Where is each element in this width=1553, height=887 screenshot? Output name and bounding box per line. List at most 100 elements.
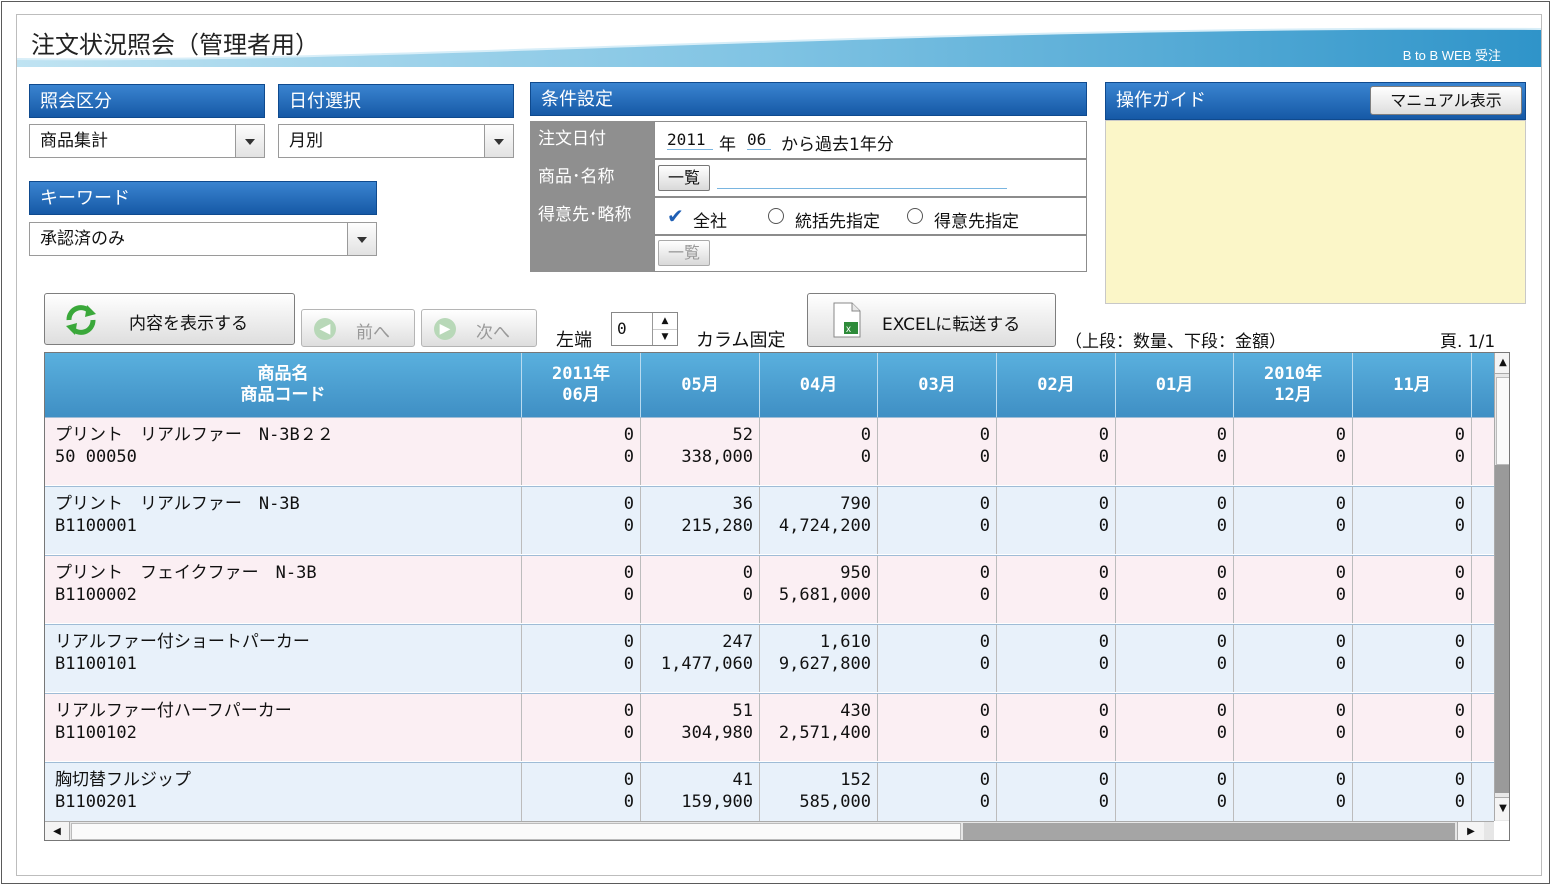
quantity-value: 1,610 xyxy=(819,632,871,652)
header-year: 2011年 xyxy=(552,364,610,384)
vertical-scroll-thumb[interactable] xyxy=(1496,377,1509,465)
header-month-7[interactable]: 2010年 12月 xyxy=(1234,353,1353,417)
scroll-up-icon[interactable]: ▲ xyxy=(1495,353,1509,374)
quantity-value: 0 xyxy=(1335,701,1346,721)
header-month-2[interactable]: 05月 xyxy=(641,353,760,417)
table-row[interactable]: 胸切替フルジップ B1100201 0 0 41 159,900 152 585,000 0 0 0… xyxy=(45,762,1494,830)
table-row[interactable]: プリント リアルファー N-3B B1100001 0 0 36 215,280 790 4,… xyxy=(45,486,1494,554)
scroll-left-icon[interactable]: ◀ xyxy=(45,822,70,840)
date-select[interactable]: 月別 xyxy=(278,124,514,158)
chevron-down-icon[interactable] xyxy=(235,125,264,157)
amount-value: 5,681,000 xyxy=(778,585,871,605)
header-month-8[interactable]: 11月 xyxy=(1353,353,1472,417)
product-code: B1100002 xyxy=(55,585,137,605)
prev-button[interactable]: ◀ 前へ xyxy=(301,309,415,347)
horizontal-scroll-thumb[interactable] xyxy=(71,823,961,840)
quantity-value: 0 xyxy=(979,632,990,652)
vertical-scrollbar[interactable]: ▲ ▼ xyxy=(1494,353,1509,821)
quantity-value: 0 xyxy=(623,563,634,583)
header-month-3[interactable]: 04月 xyxy=(760,353,878,417)
chevron-down-icon[interactable] xyxy=(484,125,513,157)
month-value-cell: 00 xyxy=(522,556,641,623)
amount-value: 0 xyxy=(1216,654,1227,674)
quantity-value: 0 xyxy=(742,563,753,583)
product-list-button[interactable]: 一覧 xyxy=(658,165,710,191)
stepper-up-icon[interactable]: ▲ xyxy=(652,313,677,330)
amount-value: 0 xyxy=(979,447,990,467)
quantity-value: 0 xyxy=(1216,701,1227,721)
radio-customer-button[interactable] xyxy=(907,208,923,224)
chevron-down-icon[interactable] xyxy=(347,223,376,255)
radio-group-button[interactable] xyxy=(768,208,784,224)
quantity-value: 0 xyxy=(979,494,990,514)
amount-value: 0 xyxy=(623,585,634,605)
month-value-cell: 00 xyxy=(878,694,997,761)
left-edge-stepper[interactable]: 0 ▲ ▼ xyxy=(611,312,678,346)
table-row[interactable]: プリント フェイクファー N-3B B1100002 0 0 0 0 950 5,681,00… xyxy=(45,555,1494,623)
inquiry-type-select[interactable]: 商品集計 xyxy=(29,124,265,158)
scroll-right-icon[interactable]: ▶ xyxy=(1457,822,1484,840)
keyword-select[interactable]: 承認済のみ xyxy=(29,222,377,256)
scroll-down-icon[interactable]: ▼ xyxy=(1495,797,1509,820)
month-value-cell: 247 1,477,060 xyxy=(641,625,760,692)
product-name-input[interactable] xyxy=(717,188,1007,189)
month-value-cell: 00 xyxy=(997,556,1116,623)
manual-button[interactable]: マニュアル表示 xyxy=(1370,86,1522,115)
amount-value: 338,000 xyxy=(681,447,753,467)
amount-value: 159,900 xyxy=(681,792,753,812)
month-value-cell: 00 xyxy=(1234,694,1353,761)
month-value-cell: 00 xyxy=(1234,556,1353,623)
radio-group-label[interactable]: 統括先指定 xyxy=(795,207,880,232)
customer-list-button[interactable]: 一覧 xyxy=(658,240,710,266)
month-value-cell: 00 xyxy=(1116,763,1234,830)
header-month: 05月 xyxy=(681,374,719,395)
month-value-cell: 00 xyxy=(1353,556,1472,623)
left-edge-value[interactable]: 0 xyxy=(617,319,627,338)
checkmark-icon[interactable]: ✔ xyxy=(667,204,684,228)
prev-label: 前へ xyxy=(356,323,390,343)
month-value-cell: 00 xyxy=(1234,487,1353,554)
amount-value: 0 xyxy=(1098,516,1109,536)
amount-value: 304,980 xyxy=(681,723,753,743)
header-product[interactable]: 商品名 商品コード xyxy=(45,353,522,417)
svg-text:x: x xyxy=(846,324,851,335)
radio-all-label[interactable]: 全社 xyxy=(693,207,727,232)
header-month-4[interactable]: 03月 xyxy=(878,353,997,417)
product-cell: プリント フェイクファー N-3B B1100002 xyxy=(45,556,522,623)
order-month-input[interactable]: 06 xyxy=(747,130,771,150)
month-value-cell: 00 xyxy=(1353,418,1472,485)
amount-value: 9,627,800 xyxy=(778,654,871,674)
amount-value: 585,000 xyxy=(799,792,871,812)
table-row[interactable]: プリント リアルファー N-3B２２ 50 00050 0 0 52 338,000 0 0 0… xyxy=(45,417,1494,485)
month-value-cell: 950 5,681,000 xyxy=(760,556,878,623)
month-value-cell: 00 xyxy=(1353,625,1472,692)
order-year-input[interactable]: 2011 xyxy=(667,130,713,150)
customer-label: 得意先･略称 xyxy=(530,197,654,272)
stepper-down-icon[interactable]: ▼ xyxy=(652,329,677,345)
amount-value: 0 xyxy=(1335,792,1346,812)
table-row[interactable]: リアルファー付ハーフパーカー B1100102 0 0 51 304,980 430 2,57… xyxy=(45,693,1494,761)
excel-export-button[interactable]: x EXCELに転送する xyxy=(807,293,1056,347)
quantity-value: 0 xyxy=(1335,494,1346,514)
product-code: B1100102 xyxy=(55,723,137,743)
guide-content xyxy=(1105,120,1526,304)
header-month-5[interactable]: 02月 xyxy=(997,353,1116,417)
month-value-cell: 00 xyxy=(1116,694,1234,761)
order-date-label: 注文日付 xyxy=(530,121,654,159)
horizontal-scroll-track[interactable] xyxy=(963,823,1455,840)
quantity-value: 0 xyxy=(1454,425,1465,445)
quantity-value: 0 xyxy=(1216,494,1227,514)
quantity-value: 0 xyxy=(860,425,871,445)
header-month: 06月 xyxy=(562,385,600,405)
horizontal-scrollbar[interactable]: ◀ ▶ xyxy=(45,821,1494,840)
amount-value: 0 xyxy=(623,447,634,467)
next-button[interactable]: ▶ 次へ xyxy=(421,309,537,347)
amount-value: 0 xyxy=(979,585,990,605)
header-month-1[interactable]: 2011年 06月 xyxy=(522,353,641,417)
header-month-6[interactable]: 01月 xyxy=(1116,353,1234,417)
table-row[interactable]: リアルファー付ショートパーカー B1100101 0 0 247 1,477,060 1,6… xyxy=(45,624,1494,692)
vertical-scroll-track[interactable] xyxy=(1495,465,1509,793)
page-indicator: 頁. 1/1 xyxy=(1440,332,1496,352)
radio-customer-label[interactable]: 得意先指定 xyxy=(934,207,1019,232)
show-content-button[interactable]: 内容を表示する xyxy=(44,293,295,345)
